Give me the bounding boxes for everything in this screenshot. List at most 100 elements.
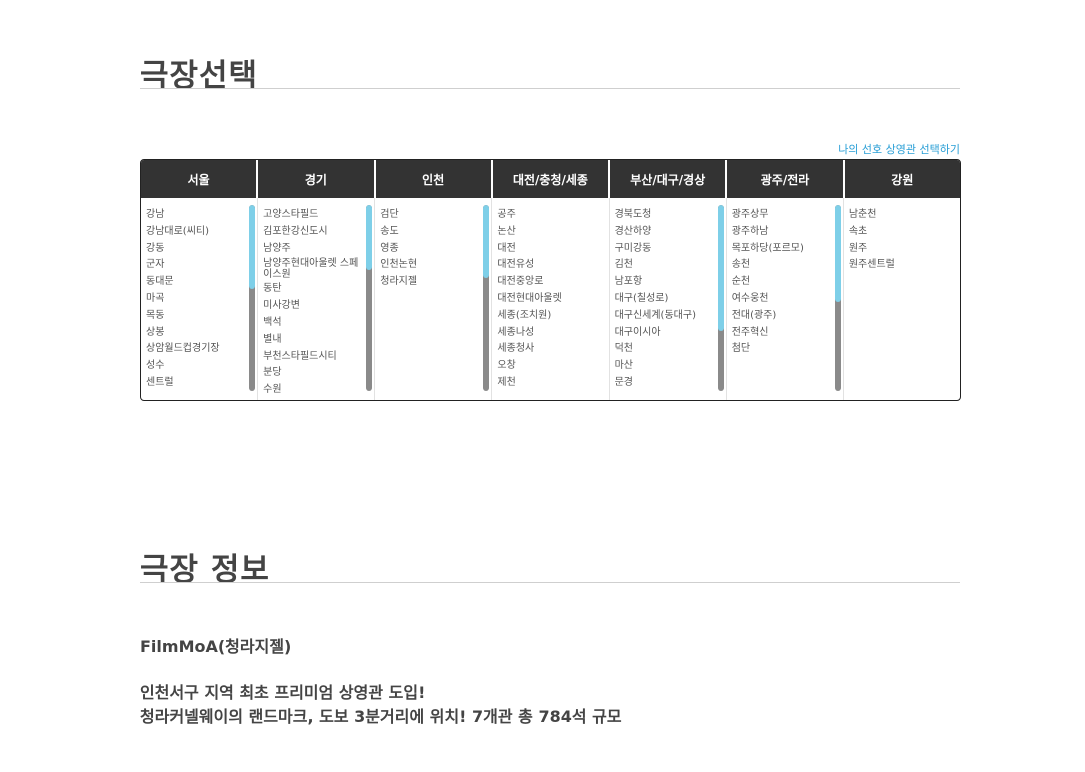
theater-item[interactable]: 문경 — [615, 375, 726, 392]
theater-item[interactable]: 남양주현대아울렛 스페이스원 — [263, 258, 363, 280]
scrollbar-thumb[interactable] — [483, 205, 490, 278]
theater-name: FilmMoA(청라지젤) — [140, 637, 292, 656]
theater-item[interactable]: 제천 — [497, 375, 608, 392]
theater-item[interactable]: 상봉 — [146, 325, 257, 342]
theater-list: 강남 강남대로(씨티) 강동 군자 동대문 마곡 목동 상봉 상암월드컵경기장 성수 센트럴 — [141, 198, 257, 392]
scrollbar[interactable] — [249, 205, 256, 391]
theater-item[interactable]: 대구이시아 — [615, 325, 726, 342]
theater-item[interactable]: 여수웅천 — [732, 291, 843, 308]
theater-description-line: 청라커넬웨이의 랜드마크, 도보 3분거리에 위치! 7개관 총 784석 규모 — [140, 707, 622, 726]
theater-item[interactable]: 대전유성 — [497, 257, 608, 274]
theater-item[interactable]: 김포한강신도시 — [263, 224, 374, 241]
theater-item[interactable]: 첨단 — [732, 341, 843, 358]
theater-item[interactable]: 부천스타필드시티 — [263, 349, 374, 366]
theater-item[interactable]: 오창 — [497, 358, 608, 375]
favorite-theater-link[interactable]: 나의 선호 상영관 선택하기 — [838, 141, 960, 157]
theater-item[interactable]: 대전중앙로 — [497, 274, 608, 291]
theater-item[interactable]: 전주혁신 — [732, 325, 843, 342]
theater-item[interactable]: 송도 — [380, 224, 491, 241]
theater-list: 검단 송도 영종 인천논현 청라지젤 — [375, 198, 491, 291]
theater-column: 강남 강남대로(씨티) 강동 군자 동대문 마곡 목동 상봉 상암월드컵경기장 성수 센트럴 — [141, 198, 259, 400]
title-divider — [140, 88, 960, 89]
theater-item[interactable]: 경북도청 — [615, 207, 726, 224]
theater-item[interactable]: 고양스타필드 — [263, 207, 374, 224]
theater-column: 공주 논산 대전 대전유성 대전중앙로 대전현대아울렛 세종(조치원) 세종나성 세종청사 오창 제… — [492, 198, 610, 400]
theater-item[interactable]: 청라지젤 — [380, 274, 491, 291]
theater-item[interactable]: 남포항 — [615, 274, 726, 291]
scrollbar[interactable] — [483, 205, 490, 391]
region-tab[interactable]: 인천 — [376, 160, 493, 198]
theater-item[interactable]: 군자 — [146, 257, 257, 274]
scrollbar[interactable] — [366, 205, 373, 391]
region-tab[interactable]: 대전/충청/세종 — [493, 160, 611, 198]
theater-item[interactable]: 동탄 — [263, 281, 374, 298]
theater-item[interactable]: 센트럴 — [146, 375, 257, 392]
theater-item[interactable]: 김천 — [615, 257, 726, 274]
theater-item[interactable]: 성수 — [146, 358, 257, 375]
scrollbar-thumb[interactable] — [834, 205, 841, 302]
theater-item[interactable]: 속초 — [849, 224, 960, 241]
scrollbar[interactable] — [717, 205, 724, 391]
theater-item[interactable]: 경산하양 — [615, 224, 726, 241]
theater-item[interactable]: 인천논현 — [380, 257, 491, 274]
theater-item[interactable]: 남양주 — [263, 241, 374, 258]
theater-item[interactable]: 미사강변 — [263, 298, 374, 315]
theater-item[interactable]: 구미강동 — [615, 241, 726, 258]
theater-list: 고양스타필드 김포한강신도시 남양주 남양주현대아울렛 스페이스원 동탄 미사강변 백석 별내… — [258, 198, 374, 399]
theater-item[interactable]: 세종나성 — [497, 325, 608, 342]
theater-item[interactable]: 백석 — [263, 315, 374, 332]
theater-item[interactable]: 목포하당(포르모) — [732, 241, 843, 258]
theater-item[interactable]: 공주 — [497, 207, 608, 224]
theater-list: 광주상무 광주하남 목포하당(포르모) 송천 순천 여수웅천 전대(광주) 전주혁신 첨단 — [727, 198, 843, 358]
theater-item[interactable]: 송천 — [732, 257, 843, 274]
theater-item[interactable]: 분당 — [263, 365, 374, 382]
region-tab[interactable]: 부산/대구/경상 — [610, 160, 728, 198]
region-tab[interactable]: 강원 — [845, 160, 960, 198]
scrollbar-thumb[interactable] — [249, 205, 256, 289]
theater-item[interactable]: 검단 — [380, 207, 491, 224]
theater-column: 검단 송도 영종 인천논현 청라지젤 — [375, 198, 493, 400]
theater-item[interactable]: 수원 — [263, 382, 374, 399]
theater-item[interactable]: 별내 — [263, 332, 374, 349]
theater-item[interactable]: 강남 — [146, 207, 257, 224]
theater-item[interactable]: 세종청사 — [497, 341, 608, 358]
theater-column: 고양스타필드 김포한강신도시 남양주 남양주현대아울렛 스페이스원 동탄 미사강변 백석 별내… — [258, 198, 376, 400]
theater-item[interactable]: 논산 — [497, 224, 608, 241]
theater-item[interactable]: 광주하남 — [732, 224, 843, 241]
region-tabs: 서울 경기 인천 대전/충청/세종 부산/대구/경상 광주/전라 강원 — [141, 160, 960, 198]
theater-item[interactable]: 남춘천 — [849, 207, 960, 224]
theater-item[interactable]: 마곡 — [146, 291, 257, 308]
scrollbar-thumb[interactable] — [366, 205, 373, 270]
title-divider — [140, 582, 960, 583]
theater-item[interactable]: 목동 — [146, 308, 257, 325]
region-tab[interactable]: 서울 — [141, 160, 259, 198]
theater-item[interactable]: 대전현대아울렛 — [497, 291, 608, 308]
theater-item[interactable]: 원주센트럴 — [849, 257, 960, 274]
theater-item[interactable]: 광주상무 — [732, 207, 843, 224]
theater-column: 경북도청 경산하양 구미강동 김천 남포항 대구(칠성로) 대구신세계(동대구) 대구이시아 덕… — [610, 198, 727, 400]
theater-item[interactable]: 상암월드컵경기장 — [146, 341, 257, 358]
scrollbar-thumb[interactable] — [717, 205, 724, 331]
theater-item[interactable]: 전대(광주) — [732, 308, 843, 325]
theater-item[interactable]: 강동 — [146, 241, 257, 258]
region-tab[interactable]: 경기 — [258, 160, 376, 198]
theater-description-line: 인천서구 지역 최초 프리미엄 상영관 도입! — [140, 683, 426, 702]
theater-list: 공주 논산 대전 대전유성 대전중앙로 대전현대아울렛 세종(조치원) 세종나성 세종청사 오창 제… — [492, 198, 608, 392]
theater-column: 남춘천 속초 원주 원주센트럴 — [844, 198, 960, 400]
theater-item[interactable]: 대전 — [497, 241, 608, 258]
theater-item[interactable]: 순천 — [732, 274, 843, 291]
theater-item[interactable]: 원주 — [849, 241, 960, 258]
theater-columns: 강남 강남대로(씨티) 강동 군자 동대문 마곡 목동 상봉 상암월드컵경기장 성수 센트럴 고양스타… — [141, 198, 960, 400]
theater-list: 남춘천 속초 원주 원주센트럴 — [844, 198, 960, 274]
theater-item[interactable]: 세종(조치원) — [497, 308, 608, 325]
region-tab[interactable]: 광주/전라 — [727, 160, 845, 198]
theater-list: 경북도청 경산하양 구미강동 김천 남포항 대구(칠성로) 대구신세계(동대구) 대구이시아 덕… — [610, 198, 726, 392]
theater-item[interactable]: 대구(칠성로) — [615, 291, 726, 308]
theater-item[interactable]: 덕천 — [615, 341, 726, 358]
theater-item[interactable]: 영종 — [380, 241, 491, 258]
theater-item[interactable]: 마산 — [615, 358, 726, 375]
theater-item[interactable]: 강남대로(씨티) — [146, 224, 257, 241]
theater-item[interactable]: 동대문 — [146, 274, 257, 291]
scrollbar[interactable] — [834, 205, 841, 391]
theater-item[interactable]: 대구신세계(동대구) — [615, 308, 726, 325]
